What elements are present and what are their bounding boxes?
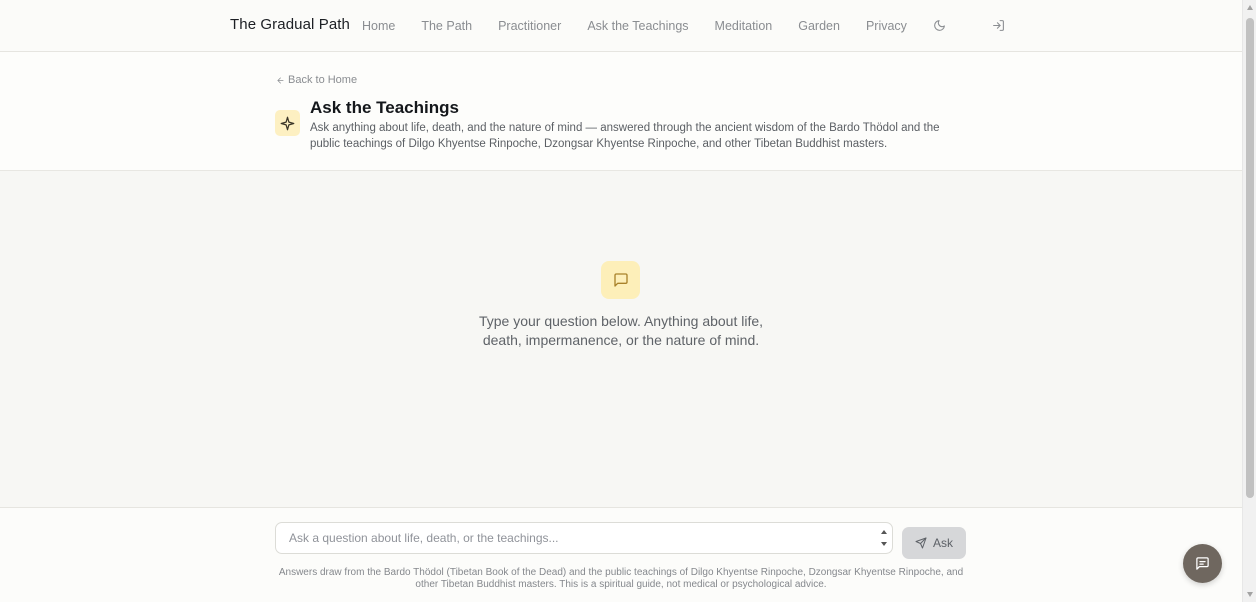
scrollbar-thumb[interactable] [1246,18,1254,498]
header-icon-badge [275,110,300,136]
theme-toggle-button[interactable] [931,17,947,33]
back-to-home-link[interactable]: Back to Home [276,74,357,86]
scroll-down-arrow-icon[interactable] [1246,590,1254,598]
main-nav: Home The Path Practitioner Ask the Teach… [362,19,933,33]
ask-button[interactable]: Ask [902,527,966,559]
ask-button-label: Ask [932,536,953,550]
nav-item-privacy[interactable]: Privacy [866,19,907,33]
input-resize-spinner-icon[interactable] [880,528,888,548]
back-link-label: Back to Home [288,74,358,86]
nav-item-the-path[interactable]: The Path [421,19,472,33]
top-nav-bar: The Gradual Path Home The Path Practitio… [0,0,1242,52]
nav-item-ask-the-teachings[interactable]: Ask the Teachings [587,19,688,33]
brand-title[interactable]: The Gradual Path [230,16,350,33]
nav-item-garden[interactable]: Garden [798,19,840,33]
page-header: Back to Home Ask the Teachings Ask anyth… [0,52,1242,171]
disclaimer-text: Answers draw from the Bardo Thödol (Tibe… [278,567,964,590]
log-in-icon [992,19,1004,31]
message-square-icon [613,273,628,287]
question-input[interactable] [276,523,866,553]
nav-item-meditation[interactable]: Meditation [715,19,773,33]
nav-item-home[interactable]: Home [362,19,395,33]
send-icon [915,537,927,549]
nav-item-practitioner[interactable]: Practitioner [498,19,561,33]
message-square-icon [1196,557,1209,570]
question-input-wrapper [275,522,893,554]
moon-icon [933,19,945,31]
page-description: Ask anything about life, death, and the … [310,122,940,150]
chat-fab-button[interactable] [1183,544,1222,583]
scroll-up-arrow-icon[interactable] [1246,4,1254,12]
empty-state-icon-badge [601,261,640,299]
empty-state-text: Type your question below. Anything about… [478,313,764,348]
page-title: Ask the Teachings [310,98,459,117]
arrow-left-icon [277,77,284,83]
question-composer: Ask Answers draw from the Bardo Thödol (… [0,507,1242,602]
sparkle-icon [280,116,295,130]
page-scrollbar[interactable] [1242,0,1256,602]
login-button[interactable] [990,17,1006,33]
